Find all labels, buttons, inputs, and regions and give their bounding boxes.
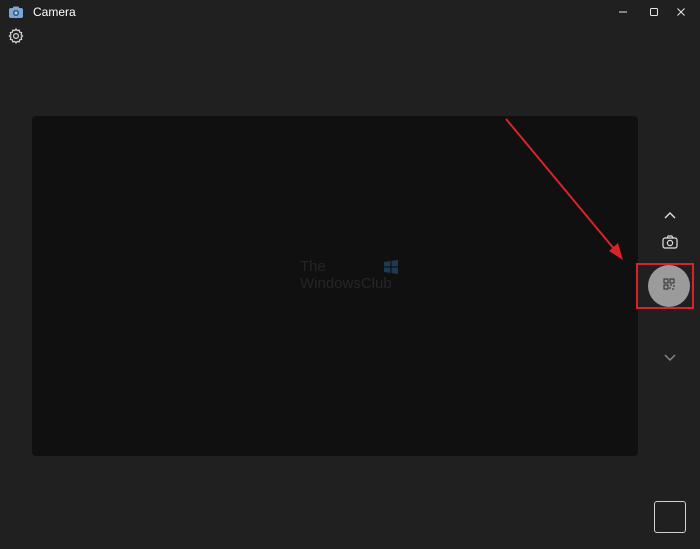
close-button[interactable] — [658, 0, 700, 24]
watermark-logo: The WindowsClub — [300, 258, 410, 294]
gear-icon — [7, 28, 25, 49]
window-title: Camera — [33, 5, 76, 19]
chevron-down-icon — [664, 349, 676, 367]
settings-button[interactable] — [7, 27, 25, 45]
photo-mode-button[interactable] — [660, 234, 680, 254]
mode-up-button[interactable] — [660, 207, 680, 223]
windows-flag-icon — [382, 258, 400, 276]
watermark-text-line1: The — [300, 258, 326, 275]
watermark-text-line2: WindowsClub — [300, 275, 392, 292]
chevron-up-icon — [664, 206, 676, 224]
mode-down-button[interactable] — [660, 350, 680, 366]
qr-scan-icon — [663, 277, 675, 295]
title-bar[interactable]: Camera — [0, 0, 700, 24]
minimize-icon — [618, 7, 628, 17]
capture-button[interactable] — [648, 265, 690, 307]
gallery-thumbnail[interactable] — [654, 501, 686, 533]
camera-window: Camera The WindowsClub — [0, 0, 700, 549]
camera-icon — [662, 234, 678, 254]
camera-app-icon — [8, 4, 24, 20]
close-icon — [676, 7, 686, 17]
